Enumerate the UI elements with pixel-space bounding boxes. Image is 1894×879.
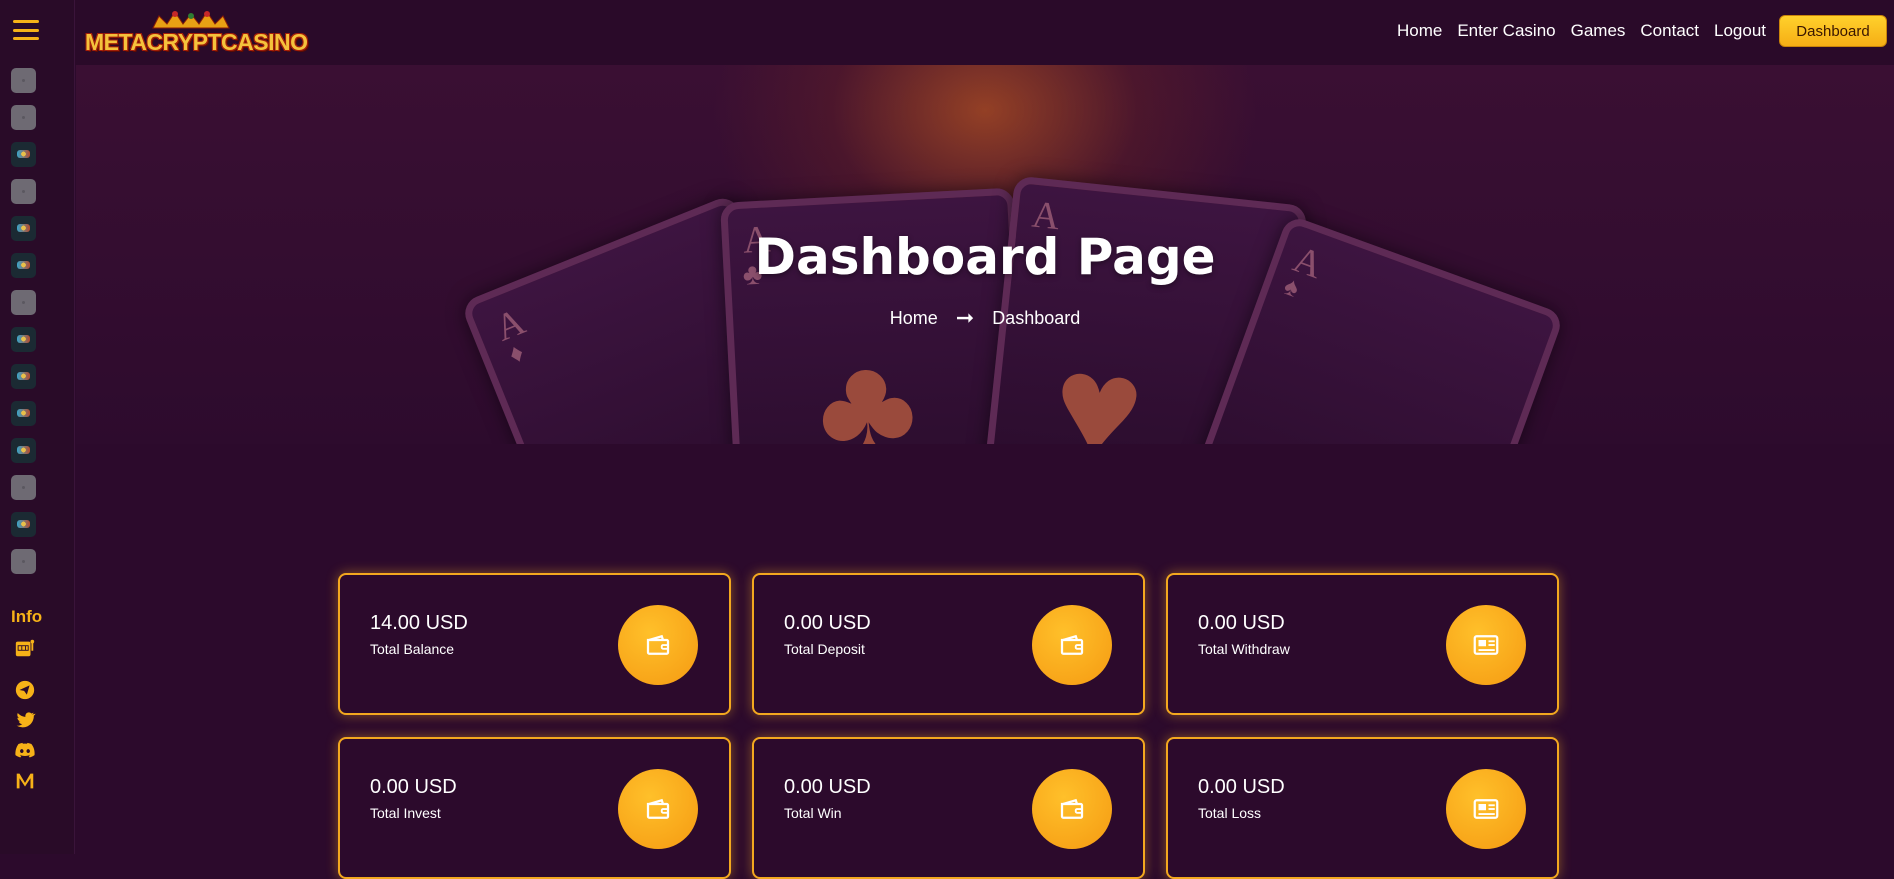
game-thumbnail[interactable] <box>11 216 36 241</box>
hero-banner: A ♦ A ♣ ♣ A ♥ A ♠ Dashboard Page Home ➞ … <box>76 65 1894 444</box>
game-thumbnail[interactable] <box>11 512 36 537</box>
stat-card-total-loss: 0.00 USD Total Loss <box>1166 737 1559 879</box>
game-thumbnail[interactable] <box>11 438 36 463</box>
stat-value: 0.00 USD <box>1198 776 1285 798</box>
stat-label: Total Loss <box>1198 805 1262 821</box>
stat-label: Total Balance <box>370 641 455 657</box>
wallet-icon <box>618 605 698 685</box>
stat-card-total-deposit: 0.00 USD Total Deposit <box>752 573 1145 715</box>
medium-icon[interactable] <box>14 770 36 792</box>
discord-icon[interactable] <box>14 739 36 761</box>
game-thumbnail[interactable] <box>11 253 36 278</box>
game-list <box>11 68 36 586</box>
stat-label: Total Withdraw <box>1198 641 1290 657</box>
sidebar: Info <box>0 0 75 854</box>
breadcrumb-current: Dashboard <box>992 307 1081 328</box>
twitter-icon[interactable] <box>14 709 36 731</box>
nav-logout[interactable]: Logout <box>1714 21 1766 41</box>
stat-label: Total Deposit <box>784 641 865 657</box>
wallet-icon <box>1032 605 1112 685</box>
stat-card-total-balance: 14.00 USD Total Balance <box>338 573 731 715</box>
game-thumbnail[interactable] <box>11 475 36 500</box>
stat-value: 0.00 USD <box>1198 612 1285 634</box>
wallet-icon <box>1032 769 1112 849</box>
breadcrumb-home[interactable]: Home <box>890 308 938 329</box>
game-thumbnail[interactable] <box>11 68 36 93</box>
logo-text: METACRYPTCASINO <box>85 29 308 55</box>
game-thumbnail[interactable] <box>11 327 36 352</box>
breadcrumb: Home ➞ Dashboard <box>76 305 1894 331</box>
stat-value: 14.00 USD <box>370 612 468 634</box>
game-thumbnail[interactable] <box>11 549 36 574</box>
stat-card-total-win: 0.00 USD Total Win <box>752 737 1145 879</box>
slot-machine-icon[interactable] <box>14 637 36 659</box>
nav-games[interactable]: Games <box>1571 21 1626 41</box>
game-thumbnail[interactable] <box>11 142 36 167</box>
stat-value: 0.00 USD <box>784 776 871 798</box>
wallet-icon <box>618 769 698 849</box>
game-thumbnail[interactable] <box>11 105 36 130</box>
stat-card-total-withdraw: 0.00 USD Total Withdraw <box>1166 573 1559 715</box>
telegram-icon[interactable] <box>14 679 36 701</box>
nav-enter-casino[interactable]: Enter Casino <box>1457 21 1555 41</box>
stat-card-total-invest: 0.00 USD Total Invest <box>338 737 731 879</box>
stat-value: 0.00 USD <box>370 776 457 798</box>
game-thumbnail[interactable] <box>11 179 36 204</box>
game-thumbnail[interactable] <box>11 290 36 315</box>
main-nav: Home Enter Casino Games Contact Logout <box>1397 21 1766 41</box>
game-thumbnail[interactable] <box>11 364 36 389</box>
id-card-icon <box>1446 769 1526 849</box>
stat-value: 0.00 USD <box>784 612 871 634</box>
nav-home[interactable]: Home <box>1397 21 1442 41</box>
id-card-icon <box>1446 605 1526 685</box>
arrow-right-icon: ➞ <box>955 305 975 330</box>
page-title: Dashboard Page <box>754 228 1216 286</box>
dashboard-button[interactable]: Dashboard <box>1779 15 1887 47</box>
top-header: METACRYPTCASINO Home Enter Casino Games … <box>75 0 1894 65</box>
site-logo[interactable]: METACRYPTCASINO <box>85 10 308 56</box>
nav-contact[interactable]: Contact <box>1640 21 1699 41</box>
game-thumbnail[interactable] <box>11 401 36 426</box>
stat-label: Total Win <box>784 805 842 821</box>
info-label: Info <box>11 607 43 626</box>
hamburger-menu-icon[interactable] <box>13 20 39 40</box>
stat-label: Total Invest <box>370 805 441 821</box>
logo-crown-icon <box>152 11 230 29</box>
